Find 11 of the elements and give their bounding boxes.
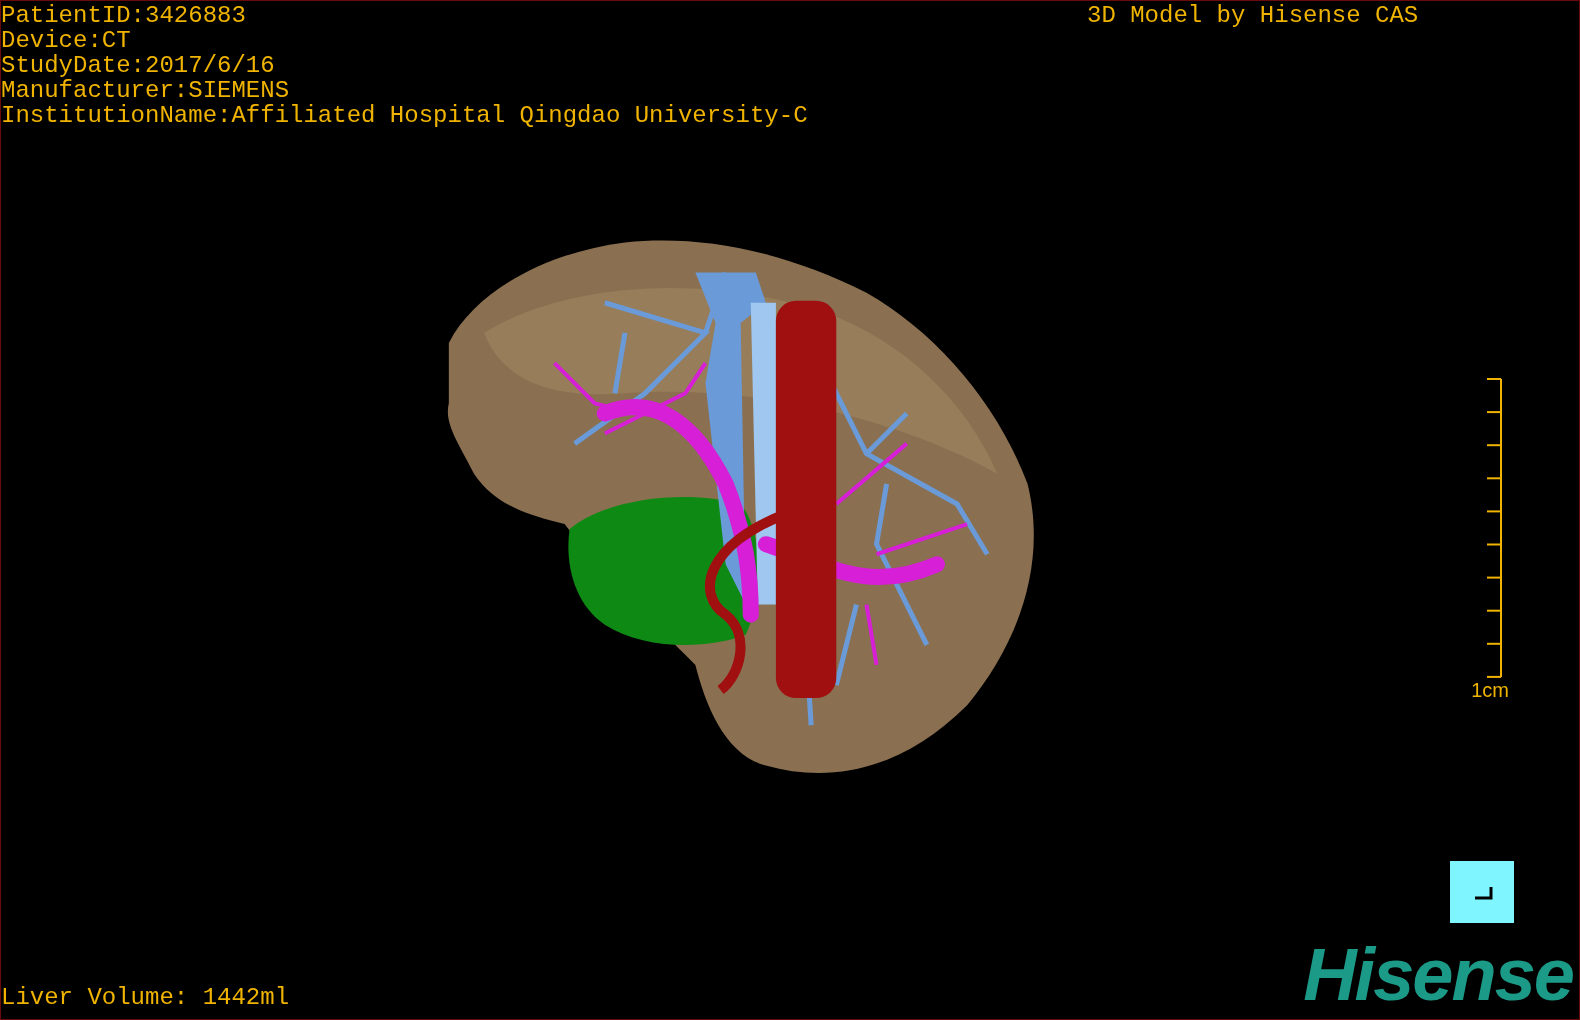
- study-info-line: Device:CT: [1, 28, 132, 53]
- study-info-line: InstitutionName:Affiliated Hospital Qingdao University-C: [1, 103, 808, 128]
- brand-logo: Hisense: [1303, 937, 1573, 1013]
- model-caption: 3D Model by Hisense CAS: [1087, 3, 1419, 28]
- study-info-line: PatientID:3426883: [1, 3, 247, 28]
- liver-volume: Liver Volume: 1442ml: [1, 985, 290, 1010]
- corner-icon: [1475, 887, 1495, 901]
- study-info-line: Manufacturer:SIEMENS: [1, 78, 291, 103]
- reset-view-button[interactable]: [1450, 861, 1514, 923]
- study-info-line: StudyDate:2017/6/16: [1, 53, 276, 78]
- scale-label: 1cm: [1471, 678, 1509, 702]
